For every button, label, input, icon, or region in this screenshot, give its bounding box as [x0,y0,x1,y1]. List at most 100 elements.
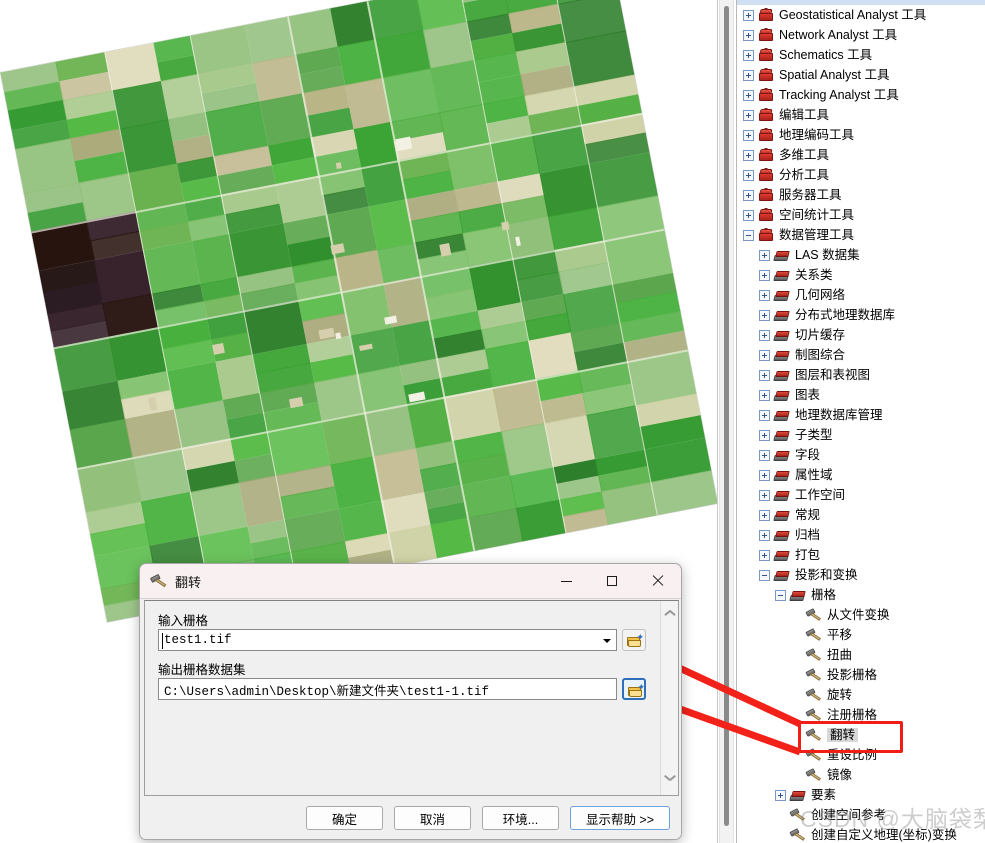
ok-button[interactable]: 确定 [306,806,383,830]
tree-item-label: Geostatistical Analyst 工具 [779,7,927,22]
output-raster-browse-button[interactable]: ✦ [622,678,646,700]
expand-icon[interactable] [743,9,754,21]
tree-item-label: 注册栅格 [827,707,878,722]
arctoolbox-panel[interactable]: Geostatistical Analyst 工具 Network Analyst… [736,0,985,843]
tree-item[interactable]: 创建自定义地理(坐标)变换 [737,825,985,843]
tree-item[interactable]: 子类型 [737,425,985,445]
tree-item[interactable]: 镜像 [737,765,985,785]
tree-item[interactable]: 多维工具 [737,145,985,165]
show-help-button[interactable]: 显示帮助 >> [570,806,670,830]
maximize-button[interactable] [589,564,635,598]
tree-item[interactable]: 打包 [737,545,985,565]
expand-icon[interactable] [759,369,770,381]
expand-icon[interactable] [743,209,754,221]
tree-item[interactable]: 从文件变换 [737,605,985,625]
tree-item[interactable]: Schematics 工具 [737,45,985,65]
expand-icon[interactable] [743,29,754,41]
environments-button[interactable]: 环境... [482,806,559,830]
chevron-down-icon[interactable] [603,639,611,643]
dialog-title-bar[interactable]: 翻转 [140,564,681,599]
tree-item[interactable]: 图表 [737,385,985,405]
tree-item[interactable]: 几何网络 [737,285,985,305]
tree-item[interactable]: Spatial Analyst 工具 [737,65,985,85]
expand-icon[interactable] [759,469,770,481]
tree-item[interactable]: 编辑工具 [737,105,985,125]
tree-item[interactable]: 归档 [737,525,985,545]
tree-item[interactable]: 地理编码工具 [737,125,985,145]
expand-icon[interactable] [759,289,770,301]
tree-item[interactable]: 创建空间参考 [737,805,985,825]
expand-icon[interactable] [759,549,770,561]
tree-item[interactable]: 关系类 [737,265,985,285]
tree-item[interactable]: 空间统计工具 [737,205,985,225]
collapse-icon[interactable] [743,229,754,241]
tree-item[interactable]: Network Analyst 工具 [737,25,985,45]
toolbox-tree[interactable]: Geostatistical Analyst 工具 Network Analyst… [737,5,985,843]
tree-item[interactable]: Tracking Analyst 工具 [737,85,985,105]
expand-icon[interactable] [759,449,770,461]
expand-icon[interactable] [759,349,770,361]
tree-item[interactable]: 要素 [737,785,985,805]
minimize-button[interactable] [543,564,589,598]
dialog-scrollbar[interactable] [660,601,678,795]
chevron-up-icon[interactable] [665,608,675,618]
tree-item[interactable]: Geostatistical Analyst 工具 [737,5,985,25]
expand-icon[interactable] [743,129,754,141]
close-button[interactable] [635,564,681,598]
tree-item[interactable]: LAS 数据集 [737,245,985,265]
expand-icon[interactable] [743,109,754,121]
expand-icon[interactable] [759,429,770,441]
expand-icon[interactable] [743,169,754,181]
flip-tool-dialog[interactable]: 翻转 输入栅格 test1.tif ✦ 输出栅格数据集 C:\Users\adm… [139,563,682,840]
tree-item[interactable]: 投影栅格 [737,665,985,685]
expand-icon[interactable] [759,269,770,281]
expand-icon[interactable] [759,309,770,321]
tree-item[interactable]: 制图综合 [737,345,985,365]
tree-item[interactable]: 字段 [737,445,985,465]
expand-icon[interactable] [743,149,754,161]
tree-item[interactable]: 切片缓存 [737,325,985,345]
tree-item[interactable]: 注册栅格 [737,705,985,725]
screenshot-root: Geostatistical Analyst 工具 Network Analyst… [0,0,985,843]
tree-item[interactable]: 投影和变换 [737,565,985,585]
tree-item[interactable]: 扭曲 [737,645,985,665]
toolset-icon [773,509,790,522]
expand-icon[interactable] [759,329,770,341]
tree-item[interactable]: 重设比例 [737,745,985,765]
tree-item[interactable]: 属性域 [737,465,985,485]
expand-icon[interactable] [743,69,754,81]
expand-icon[interactable] [759,529,770,541]
tree-item[interactable]: 服务器工具 [737,185,985,205]
expand-icon[interactable] [759,409,770,421]
collapse-icon[interactable] [759,569,770,581]
tree-item[interactable]: 栅格 [737,585,985,605]
output-raster-label: 输出栅格数据集 [158,663,246,677]
output-raster-field[interactable]: C:\Users\admin\Desktop\新建文件夹\test1-1.tif [158,678,617,700]
tree-item[interactable]: 分析工具 [737,165,985,185]
input-raster-browse-button[interactable]: ✦ [622,629,646,651]
tree-item[interactable]: 常规 [737,505,985,525]
tree-item[interactable]: 旋转 [737,685,985,705]
tree-item[interactable]: 工作空间 [737,485,985,505]
chevron-down-icon[interactable] [665,773,675,783]
tree-item[interactable]: 图层和表视图 [737,365,985,385]
expand-icon[interactable] [759,509,770,521]
tree-item[interactable]: 地理数据库管理 [737,405,985,425]
expand-icon[interactable] [743,49,754,61]
expand-icon[interactable] [743,89,754,101]
input-raster-field[interactable]: test1.tif [158,629,617,651]
expand-icon[interactable] [775,789,786,801]
expand-icon[interactable] [759,249,770,261]
expand-icon[interactable] [743,189,754,201]
tree-item[interactable]: 翻转 [737,725,985,745]
expand-icon[interactable] [759,389,770,401]
scrollbar-thumb[interactable] [724,6,729,826]
tree-item-label: 创建自定义地理(坐标)变换 [811,827,957,842]
collapse-icon[interactable] [775,589,786,601]
expand-icon[interactable] [759,489,770,501]
tree-item[interactable]: 分布式地理数据库 [737,305,985,325]
cancel-button[interactable]: 取消 [394,806,471,830]
raster-layer-test1[interactable] [0,0,718,623]
tree-item[interactable]: 平移 [737,625,985,645]
tree-item[interactable]: 数据管理工具 [737,225,985,245]
